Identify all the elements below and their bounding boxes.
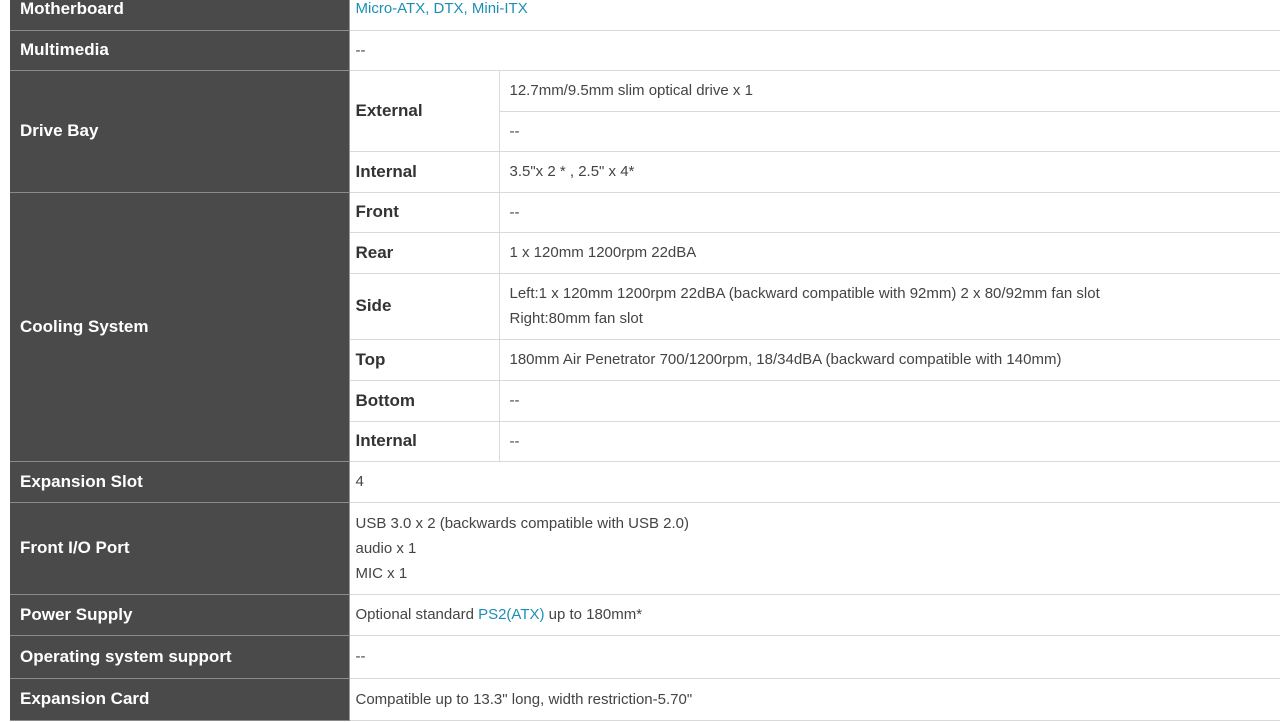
table-row-cooling-front: Cooling System Front --: [10, 192, 1280, 462]
value-front-io: USB 3.0 x 2 (backwards compatible with U…: [349, 502, 1280, 595]
value-front: --: [499, 192, 1280, 233]
motherboard-link[interactable]: Micro-ATX, DTX, Mini-ITX: [356, 0, 528, 17]
row-header-power-supply: Power Supply: [10, 594, 350, 636]
row-header-multimedia: Multimedia: [10, 30, 350, 71]
value-rear: 1 x 120mm 1200rpm 22dBA: [499, 232, 1280, 274]
table-row-os-support: Operating system support --: [10, 635, 1280, 679]
table-row-front-io: Front I/O Port USB 3.0 x 2 (backwards co…: [10, 502, 1280, 595]
power-supply-suffix: up to 180mm*: [544, 606, 643, 623]
value-os-support: --: [349, 635, 1280, 679]
table-row-motherboard: Motherboard Micro-ATX, DTX, Mini-ITX: [10, 0, 1280, 31]
sub-label-external: External: [349, 70, 500, 152]
sub-label-rear: Rear: [349, 232, 500, 274]
power-supply-prefix: Optional standard: [355, 606, 479, 623]
sub-label-cooling-internal: Internal: [349, 421, 500, 462]
table-row-expansion-slot: Expansion Slot 4: [10, 461, 1280, 503]
table-row-multimedia: Multimedia --: [10, 30, 1280, 71]
value-external-2: --: [499, 111, 1280, 152]
front-io-line-1: USB 3.0 x 2 (backwards compatible with U…: [355, 514, 689, 532]
ps2-atx-link[interactable]: PS2(ATX): [478, 606, 544, 623]
value-motherboard[interactable]: Micro-ATX, DTX, Mini-ITX: [349, 0, 1280, 31]
value-bottom: --: [499, 380, 1280, 422]
row-header-front-io: Front I/O Port: [10, 502, 350, 595]
value-drive-internal: 3.5"x 2 * , 2.5" x 4*: [499, 151, 1280, 193]
table-row-power-supply: Power Supply Optional standard PS2(ATX) …: [10, 594, 1280, 636]
row-header-expansion-slot: Expansion Slot: [10, 461, 350, 503]
row-header-expansion-card: Expansion Card: [10, 678, 350, 721]
row-header-cooling-system: Cooling System: [10, 192, 350, 462]
sub-label-top: Top: [349, 339, 500, 381]
value-side-line-1: Left:1 x 120mm 1200rpm 22dBA (backward c…: [509, 285, 1100, 302]
row-header-motherboard: Motherboard: [10, 0, 350, 31]
table-row-expansion-card: Expansion Card Compatible up to 13.3" lo…: [10, 678, 1280, 721]
value-external-1: 12.7mm/9.5mm slim optical drive x 1: [499, 70, 1280, 112]
front-io-line-2: audio x 1: [355, 539, 417, 557]
value-expansion-card: Compatible up to 13.3" long, width restr…: [349, 678, 1280, 721]
value-multimedia: --: [349, 30, 1280, 71]
value-power-supply: Optional standard PS2(ATX) up to 180mm*: [349, 594, 1280, 636]
row-header-drive-bay: Drive Bay: [10, 70, 350, 193]
table-row-drive-bay-external-1: Drive Bay External 12.7mm/9.5mm slim opt…: [10, 70, 1280, 193]
sub-label-front: Front: [349, 192, 500, 233]
value-side: Left:1 x 120mm 1200rpm 22dBA (backward c…: [499, 273, 1280, 340]
front-io-line-3: MIC x 1: [355, 564, 408, 582]
sub-label-bottom: Bottom: [349, 380, 500, 422]
value-side-line-2: Right:80mm fan slot: [509, 310, 643, 327]
row-header-os-support: Operating system support: [10, 635, 350, 679]
sub-label-side: Side: [349, 273, 500, 340]
value-expansion-slot: 4: [349, 461, 1280, 503]
sub-label-drive-internal: Internal: [349, 151, 500, 193]
value-cooling-internal: --: [499, 421, 1280, 462]
spec-table: Motherboard Micro-ATX, DTX, Mini-ITX Mul…: [10, 0, 1280, 721]
value-top: 180mm Air Penetrator 700/1200rpm, 18/34d…: [499, 339, 1280, 381]
